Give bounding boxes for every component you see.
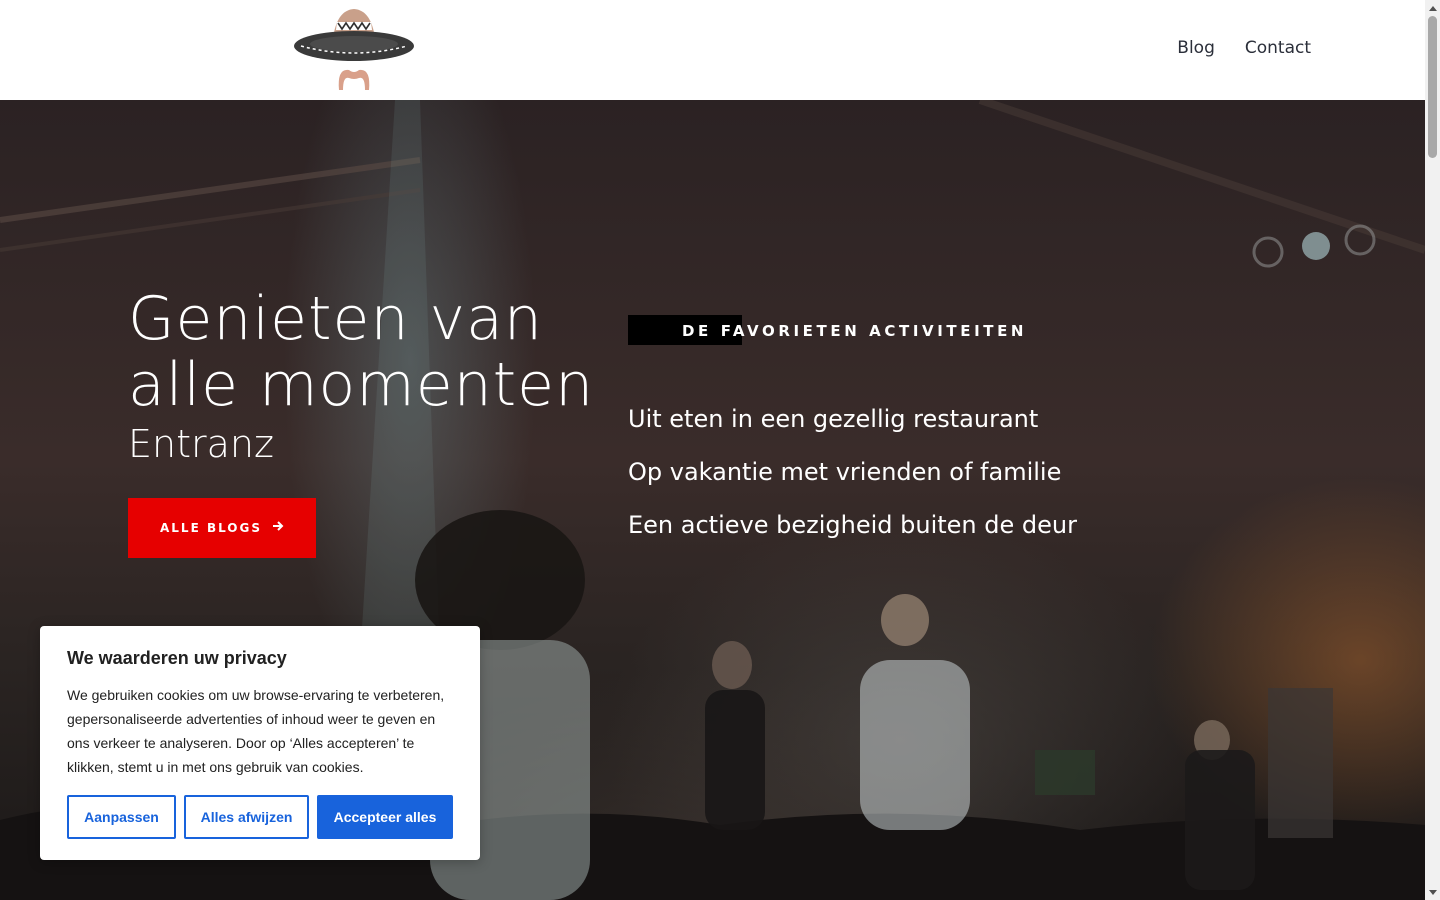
cookie-consent-banner: We waarderen uw privacy We gebruiken coo… — [40, 626, 480, 860]
activity-item: Een actieve bezigheid buiten de deur — [628, 511, 1077, 539]
accept-all-button[interactable]: Accepteer alles — [317, 795, 453, 839]
scroll-down-icon[interactable] — [1425, 885, 1440, 900]
main-nav: Blog Contact — [1177, 38, 1311, 58]
all-blogs-button-label: ALLE BLOGS — [159, 521, 262, 535]
sombrero-logo[interactable] — [293, 6, 415, 94]
hero-title-line2: alle momenten — [128, 350, 595, 420]
hero-title-line1: Genieten van — [128, 284, 543, 354]
activities-list: Uit eten in een gezellig restaurant Op v… — [628, 400, 1077, 559]
customize-button[interactable]: Aanpassen — [67, 795, 176, 839]
all-blogs-button[interactable]: ALLE BLOGS — [128, 498, 316, 558]
scrollbar-thumb[interactable] — [1428, 16, 1437, 158]
nav-link-blog[interactable]: Blog — [1177, 38, 1215, 58]
cookie-title: We waarderen uw privacy — [67, 648, 287, 668]
favorites-label-text: DE FAVORIETEN ACTIVITEITEN — [682, 322, 1028, 340]
site-header: Blog Contact — [0, 0, 1425, 100]
activity-item: Op vakantie met vrienden of familie — [628, 458, 1062, 486]
activity-item: Uit eten in een gezellig restaurant — [628, 405, 1039, 433]
cookie-description: We gebruiken cookies om uw browse-ervari… — [67, 687, 445, 775]
sombrero-logo-icon — [294, 9, 414, 90]
reject-all-button[interactable]: Alles afwijzen — [184, 795, 309, 839]
arrow-right-icon — [272, 520, 284, 536]
hero-title: Genieten van alle momenten — [128, 286, 608, 418]
hero-subtitle: Entranz — [128, 422, 274, 466]
nav-link-contact[interactable]: Contact — [1245, 38, 1311, 58]
page-scrollbar[interactable] — [1425, 0, 1440, 900]
scroll-up-icon[interactable] — [1425, 0, 1440, 15]
